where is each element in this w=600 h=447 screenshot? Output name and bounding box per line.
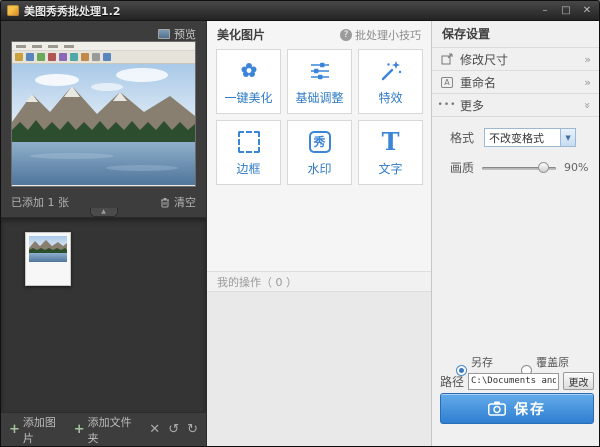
add-folder-button[interactable]: + 添加文件夹 <box>74 414 142 446</box>
chevron-down-icon: » <box>582 102 593 109</box>
app-logo-icon <box>7 5 19 16</box>
tile-label: 文字 <box>378 160 402 177</box>
path-input[interactable] <box>468 373 559 390</box>
quality-value: 90% <box>564 161 588 174</box>
add-image-button[interactable]: + 添加图片 <box>9 414 66 446</box>
quality-label: 画质 <box>450 159 474 176</box>
more-icon: ••• <box>440 100 454 110</box>
minimize-icon[interactable]: – <box>539 5 551 17</box>
thumbnail-item[interactable] <box>25 232 71 286</box>
added-count: 已添加 1 张 <box>11 194 69 210</box>
tile-border[interactable]: 边框 <box>216 120 281 185</box>
beautify-header: 美化图片 ? 批处理小技巧 <box>207 21 431 48</box>
watermark-icon: 秀 <box>309 129 331 155</box>
text-glyph: T <box>382 130 400 154</box>
tile-basic-adjust[interactable]: 基础调整 <box>287 49 352 114</box>
rename-icon: A <box>440 77 454 88</box>
feature-tiles: 一键美化 基础调整 <box>207 48 431 185</box>
save-button-label: 保存 <box>514 399 546 419</box>
resize-section-label: 修改尺寸 <box>460 51 508 68</box>
tips-link-label: 批处理小技巧 <box>355 27 421 43</box>
trash-icon <box>160 197 170 208</box>
tile-watermark[interactable]: 秀 水印 <box>287 120 352 185</box>
maximize-icon[interactable]: □ <box>560 5 572 17</box>
tile-label: 一键美化 <box>224 89 272 106</box>
preview-button-label: 预览 <box>174 26 196 42</box>
tile-text[interactable]: T 文字 <box>358 120 423 185</box>
flower-icon <box>237 58 261 84</box>
preview-toolbar-icons <box>12 51 195 64</box>
sliders-icon <box>308 58 332 84</box>
quality-slider[interactable] <box>482 162 556 174</box>
thumbnail-list <box>1 217 206 413</box>
more-section-label: 更多 <box>460 97 484 114</box>
tile-label: 基础调整 <box>295 89 343 106</box>
tile-effects[interactable]: 特效 <box>358 49 423 114</box>
preview-button[interactable]: 预览 <box>158 26 196 42</box>
preview-menubar <box>12 42 195 51</box>
path-label: 路径 <box>440 373 464 390</box>
camera-icon <box>488 401 506 416</box>
undo-icon[interactable]: ↺ <box>168 422 179 437</box>
preview-icon <box>158 29 170 39</box>
watermark-glyph: 秀 <box>309 131 331 153</box>
change-path-button[interactable]: 更改 <box>563 372 594 390</box>
dropdown-arrow-icon: ▼ <box>560 129 575 146</box>
quality-row: 画质 90% <box>432 147 599 176</box>
save-button[interactable]: 保存 <box>440 393 594 424</box>
redo-icon[interactable]: ↻ <box>187 422 198 437</box>
more-section-row[interactable]: ••• 更多 » <box>432 94 599 117</box>
operations-label: 我的操作（ 0 ） <box>217 274 297 290</box>
plus-icon: + <box>74 425 85 435</box>
format-row: 格式 不改变格式 ▼ <box>432 117 599 147</box>
titlebar: 美图秀秀批处理1.2 – □ ✕ <box>1 1 599 21</box>
save-settings-title: 保存设置 <box>432 21 599 48</box>
window-title: 美图秀秀批处理1.2 <box>24 3 121 19</box>
operations-bar: 我的操作（ 0 ） <box>207 271 431 291</box>
app-window: 美图秀秀批处理1.2 – □ ✕ 预览 <box>0 0 600 447</box>
remove-icon[interactable]: ✕ <box>149 422 160 437</box>
landscape-photo <box>12 64 195 185</box>
format-selected-value: 不改变格式 <box>489 130 544 146</box>
tile-label: 边框 <box>236 160 260 177</box>
resize-icon <box>440 53 454 65</box>
text-icon: T <box>382 129 400 155</box>
window-controls: – □ ✕ <box>539 5 593 17</box>
chevron-right-icon: » <box>584 77 591 88</box>
slider-knob[interactable] <box>538 162 549 173</box>
add-folder-label: 添加文件夹 <box>88 414 142 446</box>
operations-list-empty <box>207 291 431 446</box>
tile-label: 特效 <box>378 89 402 106</box>
resize-section-row[interactable]: 修改尺寸 » <box>432 48 599 71</box>
preview-image <box>11 41 196 187</box>
frame-icon <box>238 129 260 155</box>
rename-section-label: 重命名 <box>460 74 496 91</box>
format-label: 格式 <box>450 129 474 146</box>
clear-button[interactable]: 清空 <box>160 194 196 210</box>
clear-button-label: 清空 <box>174 194 196 210</box>
add-image-label: 添加图片 <box>23 414 66 446</box>
tile-label: 水印 <box>307 160 331 177</box>
tips-link[interactable]: ? 批处理小技巧 <box>340 27 421 43</box>
tile-one-click-beautify[interactable]: 一键美化 <box>216 49 281 114</box>
close-icon[interactable]: ✕ <box>581 5 593 17</box>
left-toolbar: + 添加图片 + 添加文件夹 ✕ ↺ ↻ <box>1 412 206 446</box>
beautify-title: 美化图片 <box>217 26 265 43</box>
path-row: 路径 更改 <box>440 372 594 390</box>
thumbnail-photo <box>29 236 67 262</box>
magic-wand-icon <box>379 58 403 84</box>
left-panel: 预览 <box>1 21 206 446</box>
format-select[interactable]: 不改变格式 ▼ <box>484 128 576 147</box>
rename-section-row[interactable]: A 重命名 » <box>432 71 599 94</box>
save-settings-panel: 保存设置 修改尺寸 » A 重命名 » ••• 更多 » 格式 不改变格式 <box>431 21 599 446</box>
chevron-right-icon: » <box>584 54 591 65</box>
help-icon: ? <box>340 29 352 41</box>
collapse-arrow-icon[interactable]: ▲ <box>90 208 118 217</box>
plus-icon: + <box>9 425 20 435</box>
beautify-panel: 美化图片 ? 批处理小技巧 一键美化 <box>206 21 431 446</box>
